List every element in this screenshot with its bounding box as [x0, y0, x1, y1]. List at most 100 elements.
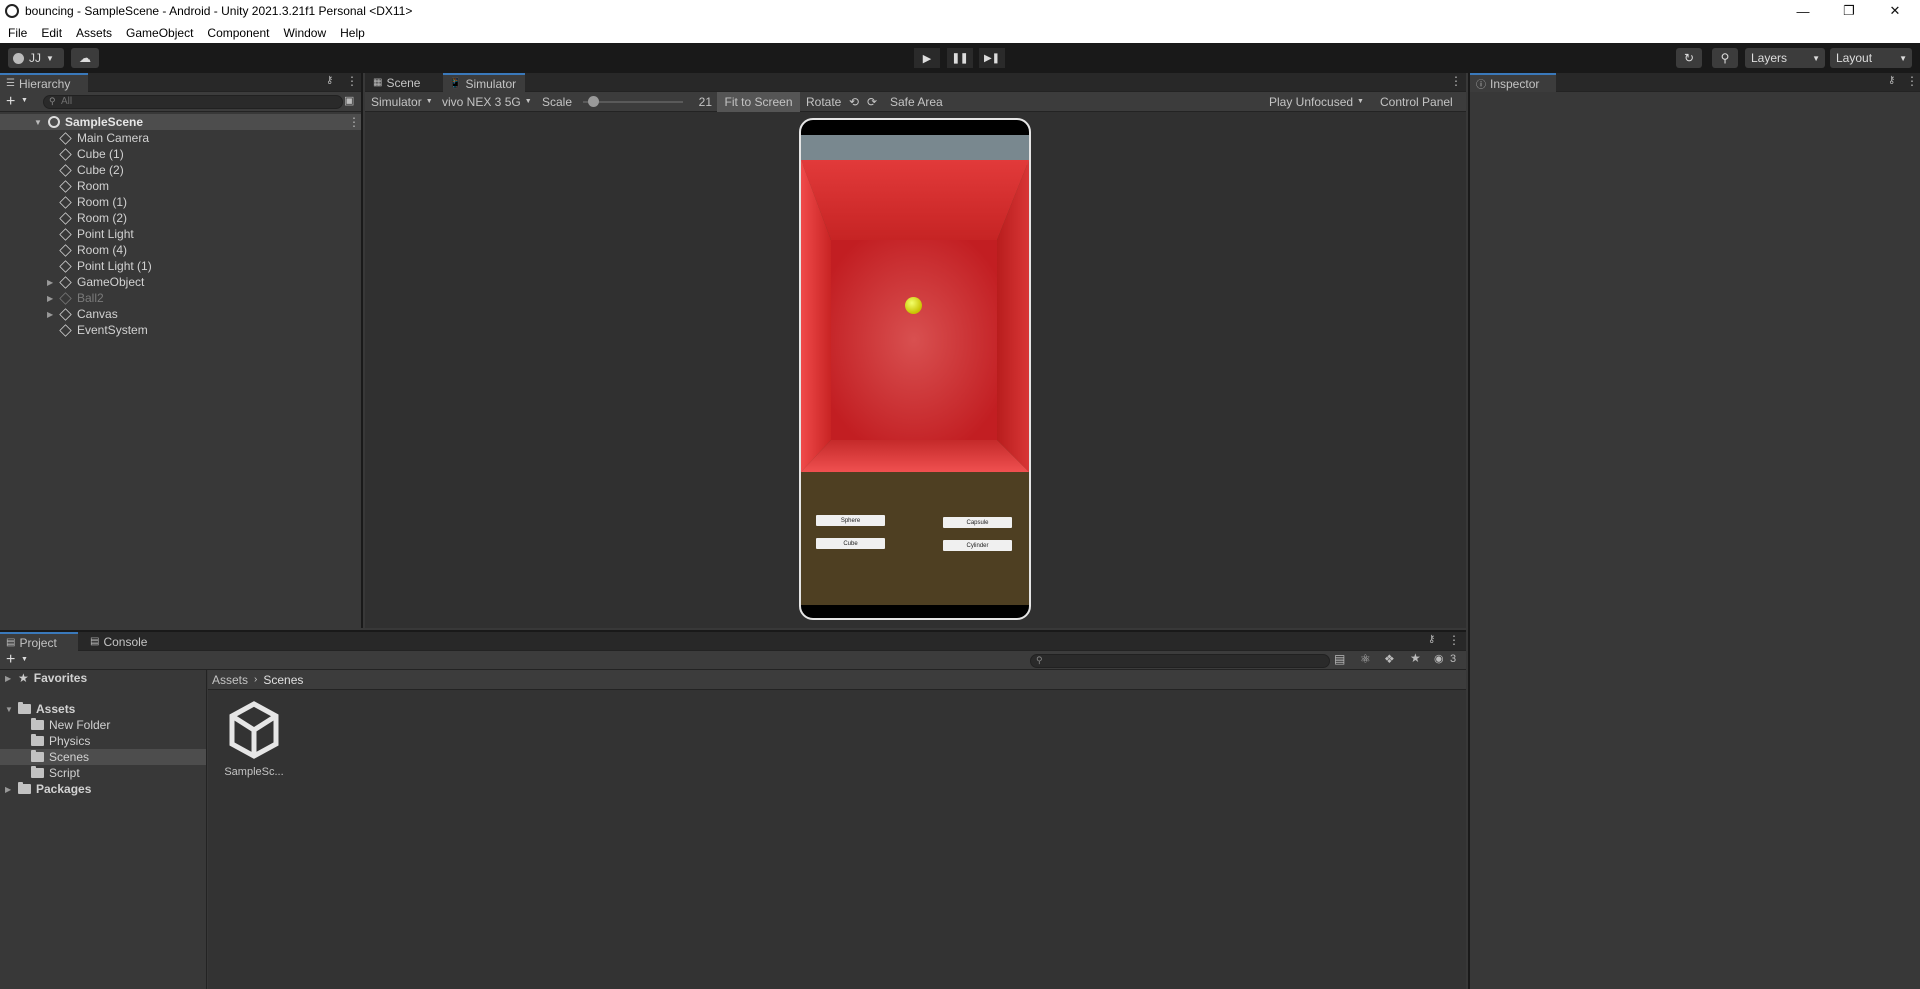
minimize-button[interactable]: — — [1780, 0, 1826, 22]
gameobject-cube-icon — [59, 323, 72, 337]
project-search-input[interactable]: ⚲ — [1030, 654, 1330, 668]
more-options-icon[interactable]: ⋮ — [1448, 633, 1460, 647]
undo-history-button[interactable]: ↻ — [1676, 48, 1702, 68]
folder-tree-item[interactable]: New Folder — [0, 717, 206, 733]
sphere-button[interactable]: Sphere — [816, 515, 885, 526]
layers-dropdown[interactable]: Layers ▼ — [1745, 48, 1825, 68]
control-panel-button[interactable]: Control Panel — [1380, 95, 1453, 109]
scale-slider-thumb[interactable] — [588, 96, 599, 107]
more-options-icon[interactable]: ⋮ — [1450, 74, 1462, 88]
step-button[interactable]: ▶❚ — [979, 48, 1005, 68]
chevron-down-icon: ▼ — [524, 98, 532, 105]
hierarchy-item[interactable]: Room — [0, 178, 361, 194]
hierarchy-item[interactable]: ▶ Canvas — [0, 306, 361, 322]
add-icon[interactable]: + — [6, 651, 15, 669]
close-button[interactable]: ✕ — [1872, 0, 1918, 22]
more-options-icon[interactable]: ⋮ — [1906, 74, 1918, 88]
play-mode-dropdown[interactable]: Play Unfocused ▼ — [1265, 92, 1368, 112]
hierarchy-item[interactable]: Room (4) — [0, 242, 361, 258]
hierarchy-item[interactable]: Room (2) — [0, 210, 361, 226]
asset-item[interactable]: SampleSc... — [218, 700, 290, 790]
folder-tree-item[interactable]: Scenes — [0, 749, 206, 765]
hierarchy-item[interactable]: EventSystem — [0, 322, 361, 338]
safe-area-toggle[interactable]: Safe Area — [890, 95, 943, 109]
scene-name: SampleScene — [65, 115, 144, 129]
expand-arrow-icon[interactable]: ▶ — [5, 785, 11, 794]
hidden-packages-icon[interactable]: ◉ — [1434, 652, 1444, 665]
expand-arrow-icon[interactable]: ▼ — [34, 118, 42, 127]
expand-arrow-icon[interactable]: ▶ — [47, 278, 53, 287]
account-dropdown[interactable]: JJ ▼ — [8, 48, 64, 68]
hierarchy-item[interactable]: Main Camera — [0, 130, 361, 146]
scale-label: Scale — [542, 94, 573, 109]
scene-row[interactable]: ▼ SampleScene ⋮ — [0, 114, 361, 130]
game-viewport[interactable]: Sphere Capsule Cube Cylinder — [801, 135, 1029, 605]
hierarchy-item[interactable]: Point Light — [0, 226, 361, 242]
hierarchy-item[interactable]: Point Light (1) — [0, 258, 361, 274]
favorite-star-icon[interactable]: ★ — [1410, 651, 1421, 665]
device-dropdown[interactable]: vivo NEX 3 5G ▼ — [438, 92, 536, 112]
lock-icon[interactable]: ⚷ — [326, 75, 333, 86]
fit-to-screen-button[interactable]: Fit to Screen — [717, 92, 800, 112]
search-button[interactable]: ⚲ — [1712, 48, 1738, 68]
hierarchy-item[interactable]: ▶ GameObject — [0, 274, 361, 290]
menu-gameobject[interactable]: GameObject — [126, 26, 193, 40]
breadcrumb-assets[interactable]: Assets — [212, 673, 248, 687]
search-by-type-icon[interactable]: ▤ — [1334, 652, 1345, 666]
tag-icon[interactable]: ❖ — [1384, 652, 1395, 666]
hierarchy-item-label: EventSystem — [77, 323, 148, 337]
rotate-right-icon[interactable]: ⟳ — [867, 95, 877, 109]
expand-arrow-icon[interactable]: ▶ — [47, 294, 53, 303]
cylinder-button-label: Cylinder — [966, 542, 989, 549]
lock-icon[interactable]: ⚷ — [1428, 634, 1435, 645]
hierarchy-item[interactable]: Room (1) — [0, 194, 361, 210]
tab-hierarchy[interactable]: ☰ Hierarchy — [0, 73, 88, 92]
tab-inspector[interactable]: ⓘ Inspector — [1470, 73, 1556, 92]
tab-project[interactable]: ▤ Project — [0, 632, 78, 651]
folder-tree-item[interactable]: ▶ ★ Favorites — [0, 670, 206, 686]
capsule-button[interactable]: Capsule — [943, 517, 1012, 528]
hierarchy-search-input[interactable]: ⚲ All — [43, 95, 343, 109]
breadcrumb-scenes[interactable]: Scenes — [263, 673, 303, 687]
cube-button[interactable]: Cube — [816, 538, 885, 549]
add-icon[interactable]: + — [6, 93, 15, 111]
play-button[interactable]: ▶ — [914, 48, 940, 68]
search-by-label-icon[interactable]: ⚛ — [1360, 652, 1371, 666]
folder-tree-item[interactable]: ▼ Assets — [0, 701, 206, 717]
folder-tree-item[interactable]: Script — [0, 765, 206, 781]
tab-simulator[interactable]: 📱 Simulator — [443, 73, 525, 92]
scale-slider[interactable] — [583, 96, 683, 107]
expand-arrow-icon[interactable]: ▶ — [5, 674, 11, 683]
maximize-button[interactable]: ❐ — [1826, 0, 1872, 22]
cylinder-button[interactable]: Cylinder — [943, 540, 1012, 551]
cloud-button[interactable]: ☁ — [71, 48, 99, 68]
folder-tree-label: Assets — [36, 702, 76, 716]
menu-file[interactable]: File — [8, 26, 27, 40]
scene-more-icon[interactable]: ⋮ — [348, 115, 360, 129]
menu-edit[interactable]: Edit — [41, 26, 62, 40]
lock-icon[interactable]: ⚷ — [1888, 75, 1895, 86]
tab-scene[interactable]: ▦ Scene — [367, 73, 429, 92]
hierarchy-item[interactable]: ▶ Ball2 — [0, 290, 361, 306]
account-icon — [13, 52, 24, 64]
expand-arrow-icon[interactable]: ▼ — [5, 705, 13, 714]
layout-dropdown[interactable]: Layout ▼ — [1830, 48, 1912, 68]
folder-tree-item[interactable]: ▶ Packages — [0, 781, 206, 797]
gameobject-cube-icon — [59, 179, 72, 193]
layout-label: Layout — [1836, 51, 1873, 65]
menu-help[interactable]: Help — [340, 26, 365, 40]
mode-dropdown[interactable]: Simulator ▼ — [367, 92, 437, 112]
menu-window[interactable]: Window — [283, 26, 326, 40]
hierarchy-item[interactable]: Cube (2) — [0, 162, 361, 178]
menu-component[interactable]: Component — [207, 26, 269, 40]
hierarchy-item[interactable]: Cube (1) — [0, 146, 361, 162]
tab-console[interactable]: ▤ Console — [84, 632, 164, 651]
more-options-icon[interactable]: ⋮ — [346, 74, 358, 88]
folder-tree-item[interactable]: Physics — [0, 733, 206, 749]
scene-visibility-icon[interactable]: ▣ — [344, 94, 354, 107]
rotate-left-icon[interactable]: ⟲ — [849, 95, 859, 109]
hierarchy-item-label: Canvas — [77, 307, 118, 321]
pause-button[interactable]: ❚❚ — [947, 48, 973, 68]
menu-assets[interactable]: Assets — [76, 26, 112, 40]
expand-arrow-icon[interactable]: ▶ — [47, 310, 53, 319]
